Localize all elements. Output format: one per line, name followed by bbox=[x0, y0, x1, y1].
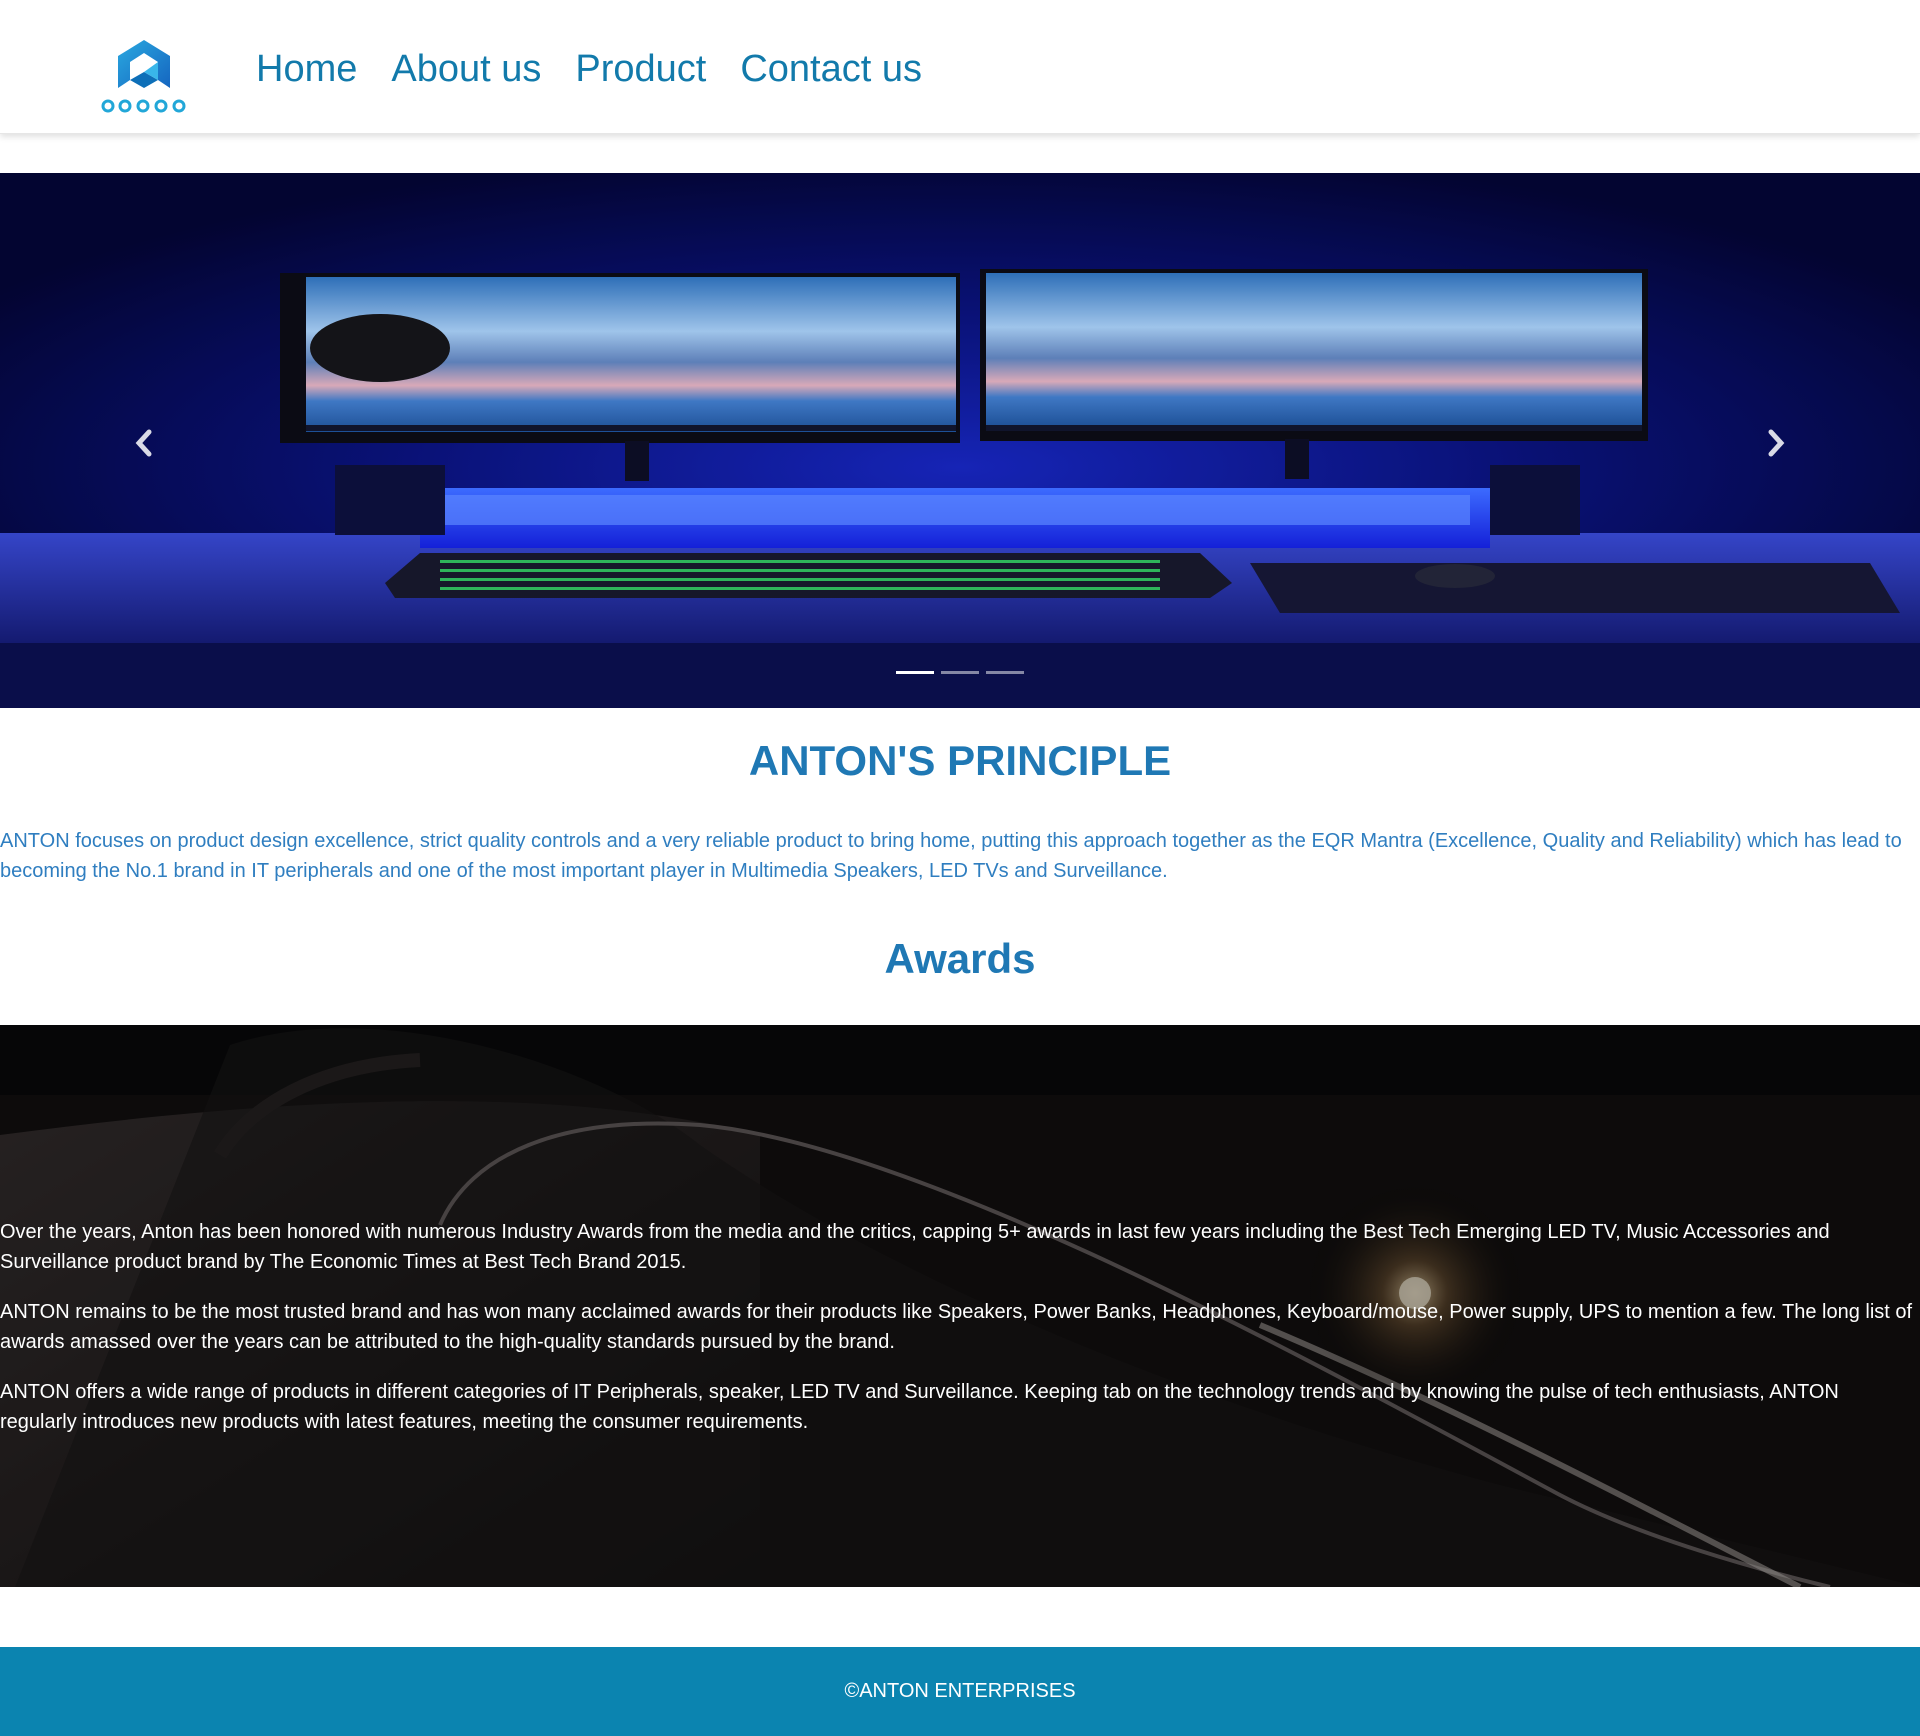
carousel-indicator-2[interactable] bbox=[941, 671, 979, 674]
site-footer: ©ANTON ENTERPRISES bbox=[0, 1647, 1920, 1736]
carousel-indicator-3[interactable] bbox=[986, 671, 1024, 674]
awards-section: Over the years, Anton has been honored w… bbox=[0, 1025, 1920, 1587]
chevron-left-icon bbox=[135, 429, 152, 457]
principle-heading: ANTON'S PRINCIPLE bbox=[748, 737, 1172, 784]
nav-product-link[interactable]: Product bbox=[575, 46, 706, 92]
nav-home-link[interactable]: Home bbox=[256, 46, 357, 92]
site-header: Home About us Product Contact us bbox=[0, 0, 1920, 134]
carousel-next-button[interactable] bbox=[1746, 413, 1806, 473]
carousel-prev-button[interactable] bbox=[114, 413, 174, 473]
awards-heading: Awards bbox=[884, 935, 1036, 982]
anton-logo-icon bbox=[101, 40, 186, 113]
footer-copyright: ©ANTON ENTERPRISES bbox=[844, 1680, 1076, 1702]
carousel-indicator-1[interactable] bbox=[896, 671, 934, 674]
principle-text: ANTON focuses on product design excellen… bbox=[0, 830, 1902, 882]
hero-carousel bbox=[0, 173, 1920, 708]
nav-contact-link[interactable]: Contact us bbox=[740, 46, 922, 92]
carousel-indicators bbox=[896, 671, 1024, 674]
anton-logo[interactable] bbox=[98, 36, 190, 116]
chevron-right-icon bbox=[1768, 429, 1785, 457]
hero-slide-image bbox=[0, 173, 1920, 708]
awards-paragraph: Over the years, Anton has been honored w… bbox=[0, 1221, 1830, 1273]
nav-about-link[interactable]: About us bbox=[391, 46, 541, 92]
awards-text-block: Over the years, Anton has been honored w… bbox=[0, 1217, 1916, 1457]
main-nav: Home About us Product Contact us bbox=[256, 46, 922, 92]
awards-paragraph: ANTON remains to be the most trusted bra… bbox=[0, 1301, 1913, 1353]
awards-paragraph: ANTON offers a wide range of products in… bbox=[0, 1381, 1839, 1433]
